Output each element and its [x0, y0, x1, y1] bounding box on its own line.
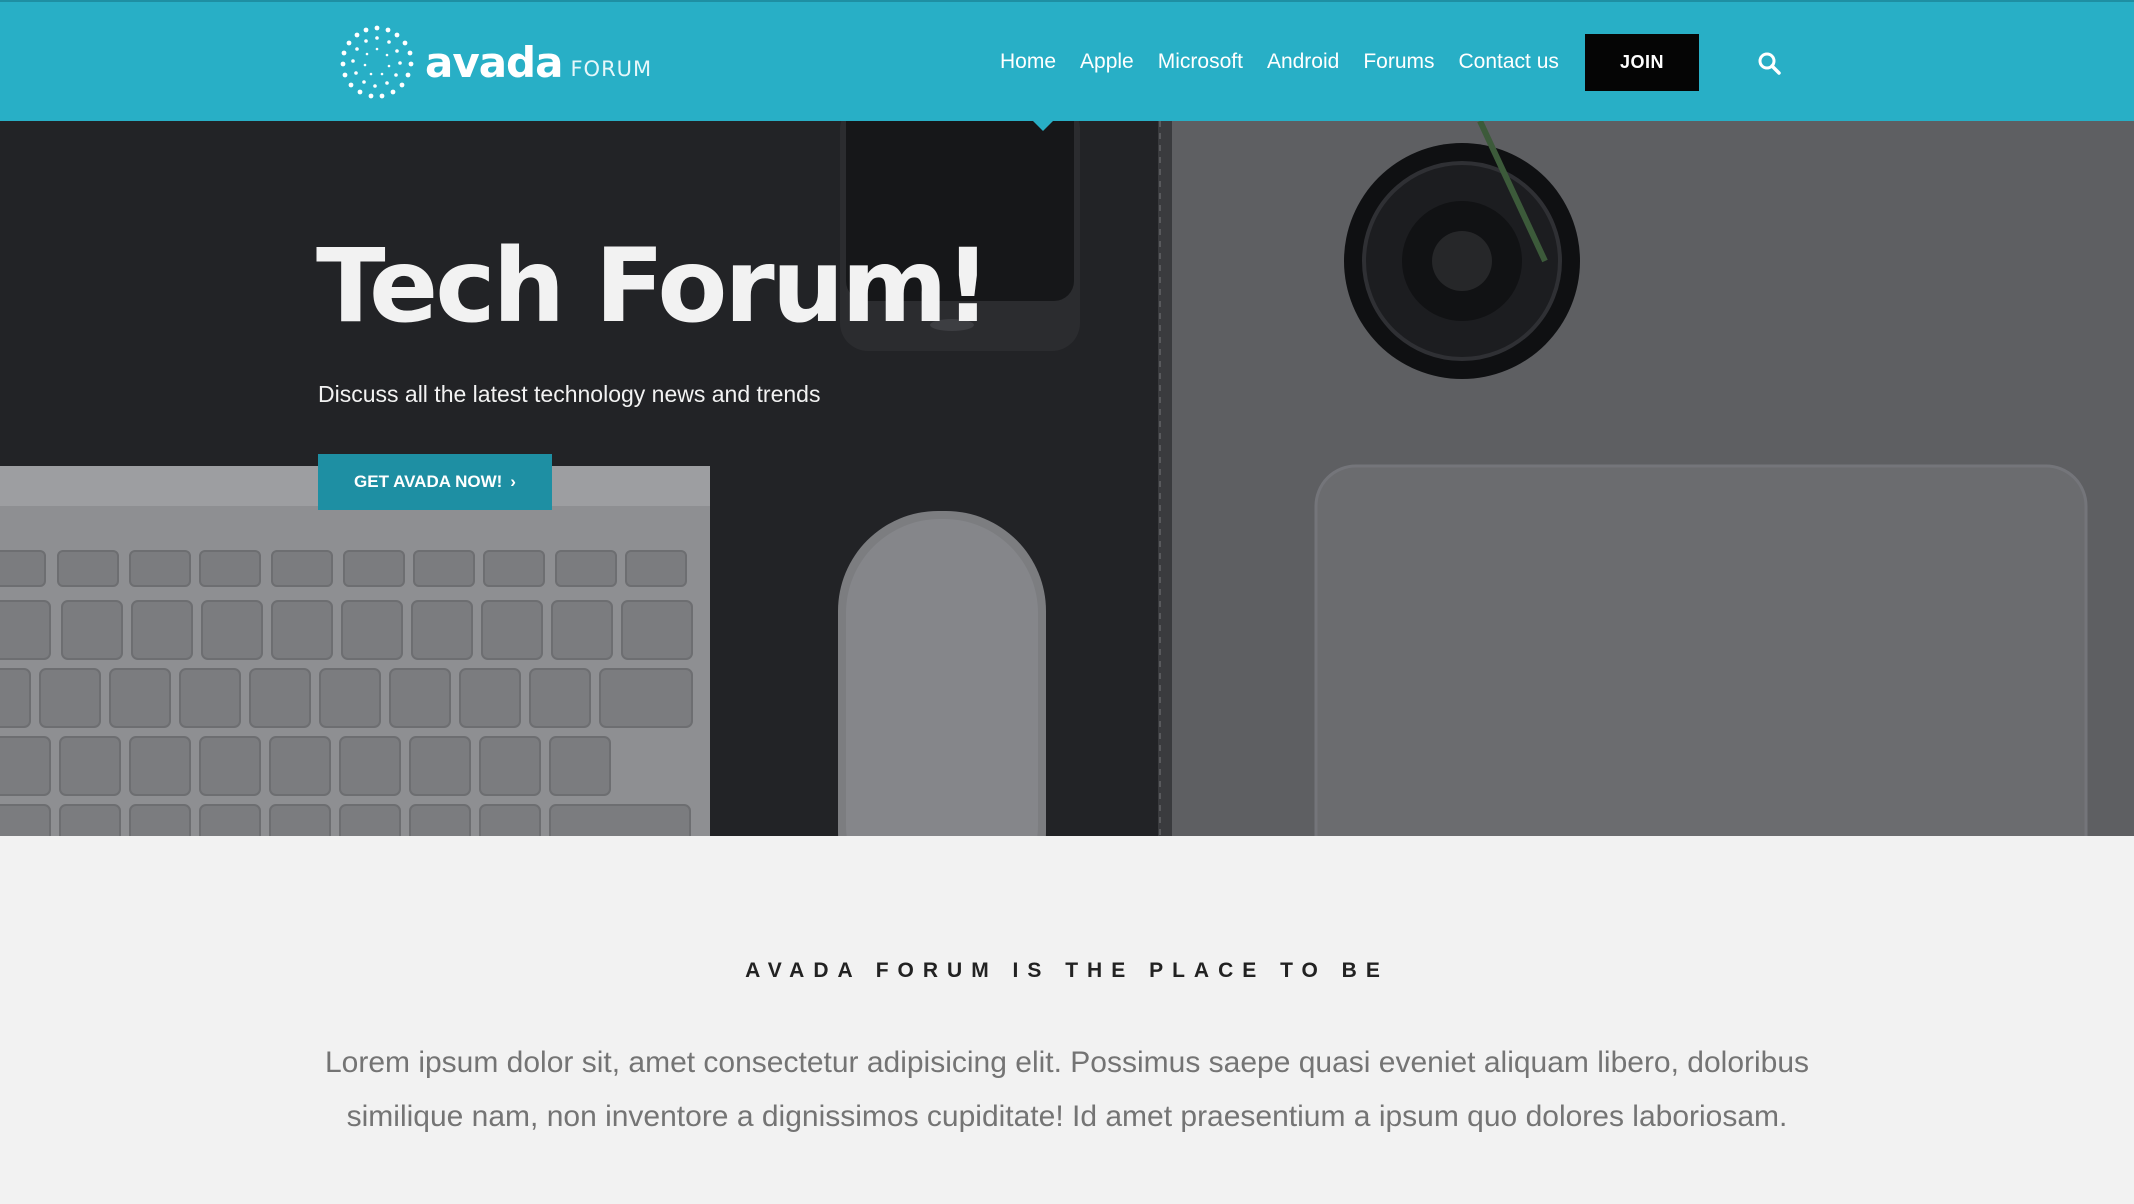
nav-item-home[interactable]: Home	[1000, 50, 1056, 74]
hero-subtitle: Discuss all the latest technology news a…	[318, 381, 821, 407]
nav-item-android[interactable]: Android	[1267, 50, 1339, 74]
search-icon[interactable]	[1756, 50, 1784, 78]
nav-item-apple[interactable]: Apple	[1080, 50, 1134, 74]
intro-paragraph: Lorem ipsum dolor sit, amet consectetur …	[324, 1046, 1810, 1133]
nav-item-forums[interactable]: Forums	[1363, 50, 1434, 74]
site-logo[interactable]: avada FORUM	[339, 24, 652, 100]
logo-ring-icon	[340, 25, 414, 99]
active-nav-indicator	[1032, 120, 1054, 131]
main-nav: Home Apple Microsoft Android Forums Cont…	[1000, 34, 1583, 90]
logo-subtitle: FORUM	[570, 57, 653, 81]
hero-title: Tech Forum!	[316, 227, 991, 346]
hero-section: Tech Forum! Discuss all the latest techn…	[0, 121, 2134, 836]
get-avada-button[interactable]: GET AVADA NOW! ›	[318, 454, 552, 510]
intro-heading: AVADA FORUM IS THE PLACE TO BE	[745, 959, 1389, 982]
get-avada-button-label: GET AVADA NOW!	[354, 472, 503, 491]
logo-wordmark: avada	[425, 37, 563, 87]
chevron-right-icon: ›	[510, 472, 516, 491]
site-header: avada FORUM Home Apple Microsoft Android…	[0, 0, 2134, 121]
nav-item-contact[interactable]: Contact us	[1459, 50, 1559, 74]
nav-item-microsoft[interactable]: Microsoft	[1158, 50, 1243, 74]
intro-section: AVADA FORUM IS THE PLACE TO BE Lorem ips…	[0, 836, 2134, 1204]
join-button[interactable]: JOIN	[1585, 34, 1699, 91]
